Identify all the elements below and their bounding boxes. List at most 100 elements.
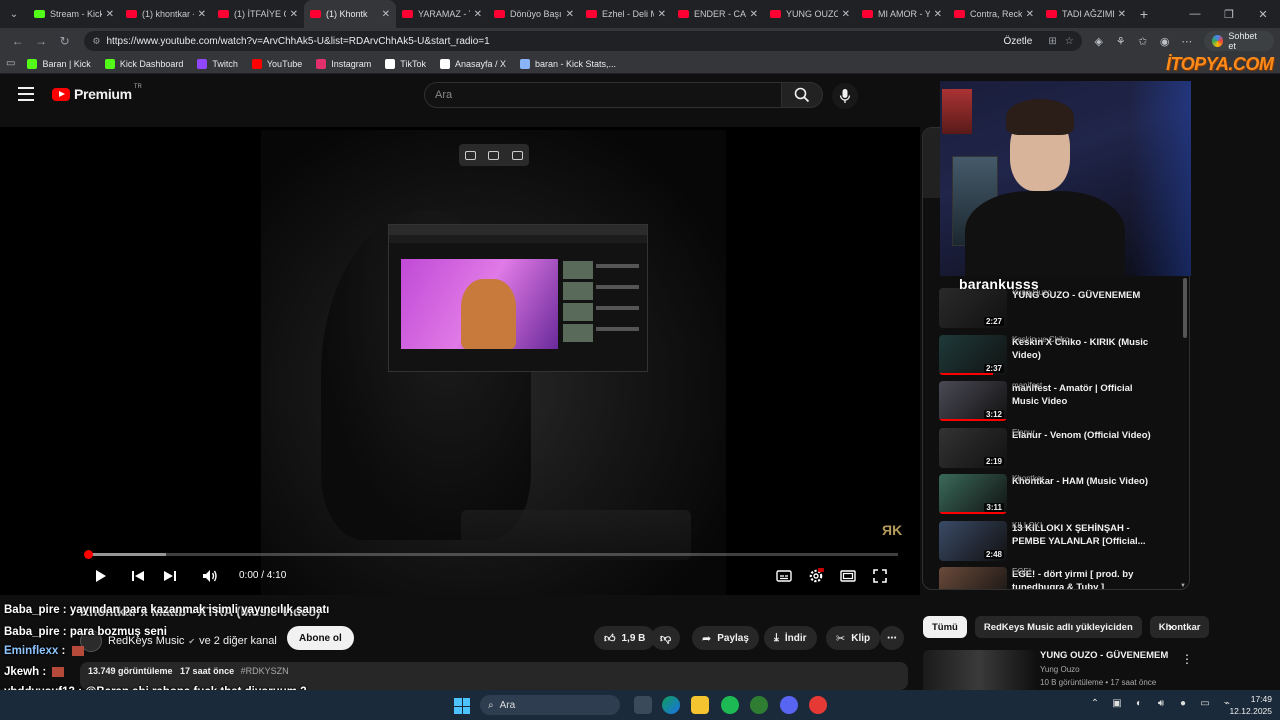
url-field[interactable]: ⚙ https://www.youtube.com/watch?v=ArvChh… <box>84 31 1082 51</box>
browser-tab[interactable]: (1) khontkar - Y ✕ <box>120 0 212 28</box>
browser-tab[interactable]: (1) Khontk ✕ <box>304 0 396 28</box>
bookmark-item[interactable]: TikTok <box>385 58 426 69</box>
playlist-item[interactable]: 3:12 manifest - Amatör | Official Music V… <box>939 381 1179 425</box>
browser-tab[interactable]: Stream - Kick D ✕ <box>28 0 120 28</box>
playlist-thumbnail[interactable]: 2:27 <box>939 288 1007 328</box>
playlist-item-channel[interactable]: EGE! <box>1012 567 1031 576</box>
miniplayer-button[interactable] <box>838 565 858 587</box>
chat-username[interactable]: Eminflexx <box>4 645 58 657</box>
extension-icon[interactable]: ◈ <box>1088 35 1110 48</box>
hamburger-menu-icon[interactable] <box>18 87 34 101</box>
youtube-logo[interactable]: Premium TR <box>52 84 142 102</box>
pip-notes-icon[interactable] <box>511 150 523 160</box>
scrubber-handle[interactable] <box>84 550 93 559</box>
subtitles-button[interactable] <box>774 565 794 587</box>
playlist-item[interactable]: 2:37 Keskin X Chiko - KIRIK (Music Video)… <box>939 334 1179 379</box>
chat-username[interactable]: Baba_pire <box>4 626 60 638</box>
chevron-right-icon[interactable]: › <box>1168 618 1173 634</box>
tab-close-icon[interactable]: ✕ <box>658 9 666 20</box>
playlist-scrollbar[interactable] <box>1183 278 1187 338</box>
app-icon[interactable] <box>750 696 768 714</box>
tab-close-icon[interactable]: ✕ <box>566 9 574 20</box>
browser-icon[interactable] <box>809 696 827 714</box>
bookmark-star-icon[interactable]: ☆ <box>1065 36 1074 47</box>
recommendation-channel[interactable]: Yung Ouzo <box>1040 665 1080 674</box>
like-button[interactable]: 👍︎ 1,9 B <box>594 626 656 650</box>
playlist-item[interactable]: 2:27 YUNG OUZO - GÜVENEMEM Yung Ouzo <box>939 288 1179 332</box>
taskbar-search[interactable]: ⌕ Ara <box>480 695 620 715</box>
playlist-thumbnail[interactable]: 3:12 <box>939 381 1007 421</box>
search-input[interactable]: Ara <box>424 82 782 108</box>
chat-username[interactable]: Baba_pire <box>4 604 60 616</box>
task-view-icon[interactable] <box>634 696 652 714</box>
chat-username[interactable]: Jkewh <box>4 666 39 678</box>
playlist-item-channel[interactable]: Khontkar <box>1012 474 1044 483</box>
video-player[interactable]: ЯK 0:00 / 4:10 <box>0 127 920 595</box>
hashtag-link[interactable]: #RDKYSZN <box>241 666 289 676</box>
filter-chip[interactable]: RedKeys Music adlı yükleyiciden <box>974 616 1142 638</box>
playlist-item[interactable]: 3:11 Khontkar - HAM (Music Video) Khontkar <box>939 474 1179 518</box>
apps-icon[interactable]: ▭ <box>6 58 15 69</box>
progress-bar[interactable] <box>84 550 898 559</box>
menu-dots-icon[interactable]: ⋯ <box>1176 35 1198 48</box>
tray-chevron-icon[interactable]: ⌃ <box>1084 698 1106 709</box>
settings-button[interactable] <box>806 565 826 587</box>
subscribe-button[interactable]: Abone ol <box>287 626 354 650</box>
bookmark-item[interactable]: Twitch <box>197 58 238 69</box>
playlist-item-channel[interactable]: Elanur <box>1012 428 1035 437</box>
playlist-thumbnail[interactable]: 2:48 <box>939 520 1007 561</box>
fullscreen-button[interactable] <box>870 565 890 587</box>
tab-close-icon[interactable]: ✕ <box>1118 9 1126 20</box>
playlist-item-channel[interactable]: KILLOKI <box>1012 521 1042 530</box>
share-button[interactable]: ➦ Paylaş <box>692 626 759 650</box>
playlist-item-channel[interactable]: Keskin ve Chiko <box>1012 335 1069 344</box>
bookmark-item[interactable]: Baran | Kick <box>27 58 91 69</box>
spotify-icon[interactable] <box>721 696 739 714</box>
more-actions-button[interactable]: ⋯ <box>880 626 904 650</box>
tab-close-icon[interactable]: ✕ <box>474 9 482 20</box>
edge-icon[interactable] <box>662 696 680 714</box>
play-button[interactable] <box>92 565 110 587</box>
tray-app-icon[interactable]: ▣ <box>1106 698 1128 709</box>
tray-app2-icon[interactable]: ◐ <box>1128 698 1150 709</box>
tab-close-icon[interactable]: ✕ <box>750 9 758 20</box>
bookmark-item[interactable]: Anasayfa / X <box>439 58 506 69</box>
volume-button[interactable] <box>200 565 220 587</box>
playlist-item[interactable]: 2:43EGE! - dört yirmi [ prod. by tunedbu… <box>939 567 1179 589</box>
pip-exit-icon[interactable] <box>465 150 477 160</box>
maximize-icon[interactable]: ❐ <box>1212 8 1246 21</box>
browser-tab[interactable]: ENDER - CARPI ✕ <box>672 0 764 28</box>
install-icon[interactable]: ⊞ <box>1048 36 1056 47</box>
browser-tab[interactable]: MI AMOR - You ✕ <box>856 0 948 28</box>
tab-close-icon[interactable]: ✕ <box>842 9 850 20</box>
download-button[interactable]: ⤓ İndir <box>764 626 817 650</box>
search-button[interactable] <box>781 82 823 108</box>
reload-icon[interactable]: ↻ <box>53 34 76 48</box>
browser-tab[interactable]: Dönüyo Başım ✕ <box>488 0 580 28</box>
profile-avatar-icon[interactable]: ◉ <box>1154 35 1176 48</box>
clip-button[interactable]: ✂ Klip <box>826 626 881 650</box>
windows-start-icon[interactable] <box>454 698 470 714</box>
extensions-puzzle-icon[interactable]: ⚘ <box>1110 35 1132 48</box>
playlist-thumbnail[interactable]: 2:43 <box>939 567 1007 589</box>
recommendation-menu-icon[interactable]: ⋮ <box>1181 652 1193 666</box>
playlist-item[interactable]: 2:48 13 KILLOKI X ŞEHİNŞAH - PEMBE YALANL… <box>939 520 1179 565</box>
browser-tab[interactable]: Ezhel - Deli Mi ✕ <box>580 0 672 28</box>
chat-button[interactable]: Sohbet et <box>1203 31 1274 51</box>
dislike-button[interactable]: 👎︎ <box>651 626 681 650</box>
browser-tab[interactable]: Contra, Reckol ✕ <box>948 0 1040 28</box>
next-button[interactable] <box>160 565 180 587</box>
bookmark-item[interactable]: Instagram <box>316 58 371 69</box>
playlist-thumbnail[interactable]: 3:11 <box>939 474 1007 514</box>
tab-search-icon[interactable]: ⌄ <box>0 0 28 28</box>
tray-display-icon[interactable]: ▭ <box>1194 698 1216 709</box>
bookmark-item[interactable]: Kick Dashboard <box>104 58 183 69</box>
favorites-icon[interactable]: ✩ <box>1132 35 1154 48</box>
site-info-icon[interactable]: ⚙ <box>92 36 100 47</box>
forward-icon[interactable]: → <box>29 34 52 48</box>
voice-search-button[interactable] <box>832 83 858 109</box>
filter-chip[interactable]: Khontkar <box>1149 616 1210 638</box>
playlist-item-channel[interactable]: manifest <box>1012 381 1042 390</box>
playlist-item-title[interactable]: EGE! - dört yirmi [ prod. by tunedbugra … <box>1012 568 1162 589</box>
tray-speaker-icon[interactable]: 🔊︎ <box>1150 698 1172 709</box>
